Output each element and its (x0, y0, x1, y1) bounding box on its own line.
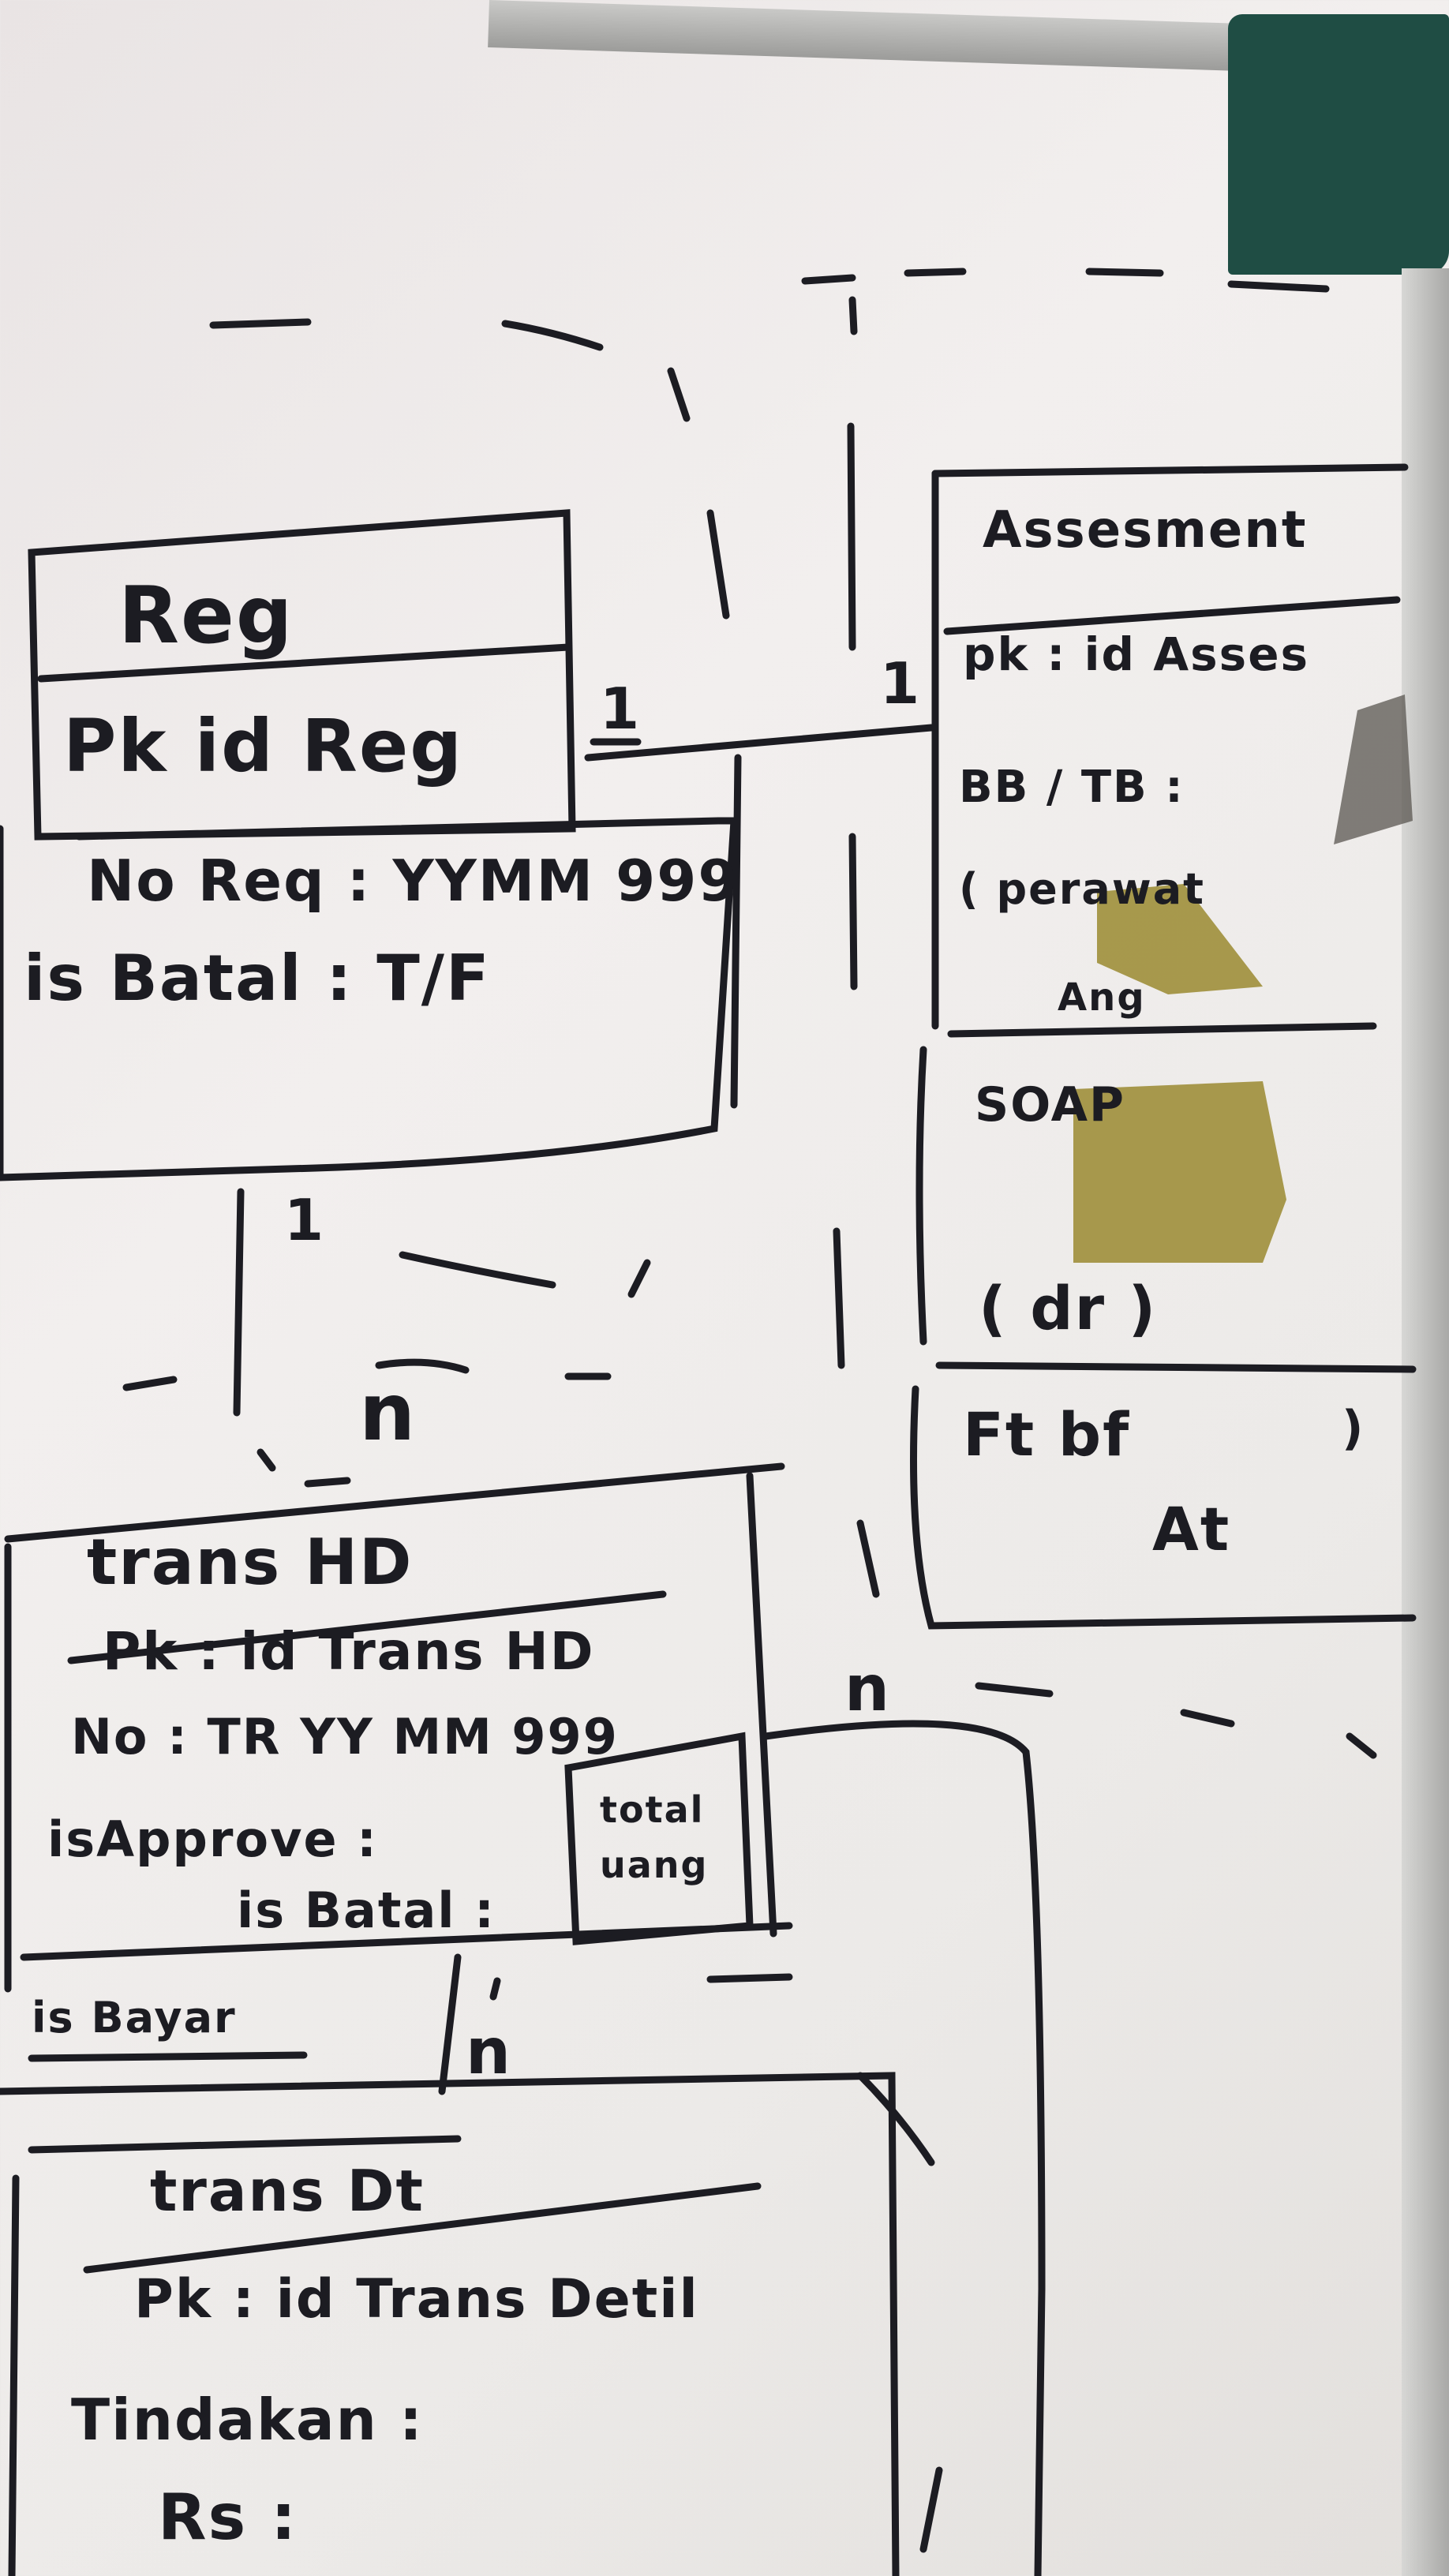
transdt-top-inner (28, 2135, 462, 2154)
transhd-field: Pk : id Trans HD (103, 1621, 595, 1682)
dash-stroke (209, 318, 312, 329)
transdt-title: trans Dt (150, 2158, 425, 2224)
reg-pk: Pk id Reg (63, 704, 464, 788)
total-uang-note: uang (600, 1844, 709, 1886)
assesment-field: pk : id Asses (963, 627, 1310, 681)
dash-stroke (919, 2466, 943, 2553)
assesment-title-divider (943, 596, 1401, 635)
transhd-field: isApprove : (47, 1810, 378, 1868)
assesment-soap-left (915, 1046, 927, 1346)
relationship-line-reg-transhd (233, 1188, 245, 1417)
sticker-patch (1334, 695, 1413, 844)
total-uang-note: total (600, 1788, 705, 1831)
assesment-section-label: At (1152, 1494, 1231, 1564)
dash-stroke (833, 1227, 845, 1369)
assesment-field: Ang (1058, 975, 1146, 1020)
transhd-field: No : TR YY MM 999 (71, 1708, 619, 1765)
dash-stroke (667, 367, 691, 422)
dash-stroke (1227, 280, 1330, 293)
dash-stroke (904, 268, 967, 277)
assesment-section-label: SOAP (975, 1077, 1126, 1133)
dash-stroke (501, 320, 604, 351)
cardinality-label: n (466, 2015, 512, 2088)
cardinality-underline (304, 1477, 351, 1488)
transdt-left (8, 2174, 20, 2576)
dash-stroke (489, 1977, 501, 2001)
dash-stroke (848, 296, 858, 335)
assesment-field: ( perawat (959, 864, 1205, 914)
cardinality-label: 1 (284, 1187, 326, 1253)
dash-stroke (706, 509, 730, 620)
assesment-section-label: ( dr ) (979, 1273, 1158, 1343)
assesment-section-label: Ft bf (963, 1399, 1131, 1470)
total-uang-box (564, 1732, 754, 1945)
dash-stroke (1085, 268, 1164, 277)
transhd-title: trans HD (87, 1526, 414, 1599)
transdt-field: Rs : (158, 2481, 298, 2554)
reg-field: is Batal : T/F (24, 942, 491, 1015)
cardinality-label: n (844, 1652, 891, 1725)
relationship-line-transhd-right (762, 1720, 1046, 2576)
is-bayar-label: is Bayar (32, 1993, 237, 2042)
transdt-field: Tindakan : (71, 2387, 424, 2453)
dash-stroke (1346, 1732, 1377, 1759)
relationship-line-transhd-transdt (438, 1953, 462, 2095)
assesment-field: BB / TB : (959, 762, 1185, 813)
dash-stroke (627, 1259, 651, 1298)
reg-right-vertical (730, 754, 742, 1109)
dash-stroke (122, 1376, 178, 1391)
cardinality-label: n (359, 1366, 417, 1458)
transdt-field: Pk : id Trans Detil (134, 2268, 699, 2331)
reg-title: Reg (118, 569, 294, 661)
dash-stroke (848, 833, 858, 990)
dash-stroke (847, 422, 856, 651)
cardinality-label: 1 (600, 676, 642, 742)
whiteboard: Reg Pk id Reg No Req : YYMM 999 is Batal… (0, 0, 1449, 2576)
bracket-mark: ) (1342, 1401, 1365, 1456)
dash-stroke (399, 1251, 556, 1289)
dash-stroke (256, 1448, 276, 1472)
dash-stroke (856, 1519, 880, 1598)
is-bayar-underline (28, 2051, 308, 2062)
dash-stroke (975, 1682, 1054, 1698)
assesment-title: Assesment (983, 501, 1308, 560)
transhd-field: is Batal : (237, 1881, 496, 1939)
assesment-top (931, 463, 1409, 477)
transhd-right (746, 1472, 777, 1938)
assesment-section-divider (947, 1022, 1377, 1038)
dash-stroke (706, 1973, 793, 1983)
dash-stroke (1180, 1709, 1235, 1728)
assesment-section-divider-2 (935, 1361, 1417, 1373)
reg-field: No Req : YYMM 999 (87, 848, 739, 914)
dash-stroke (801, 274, 856, 285)
cardinality-label: 1 (880, 650, 922, 717)
